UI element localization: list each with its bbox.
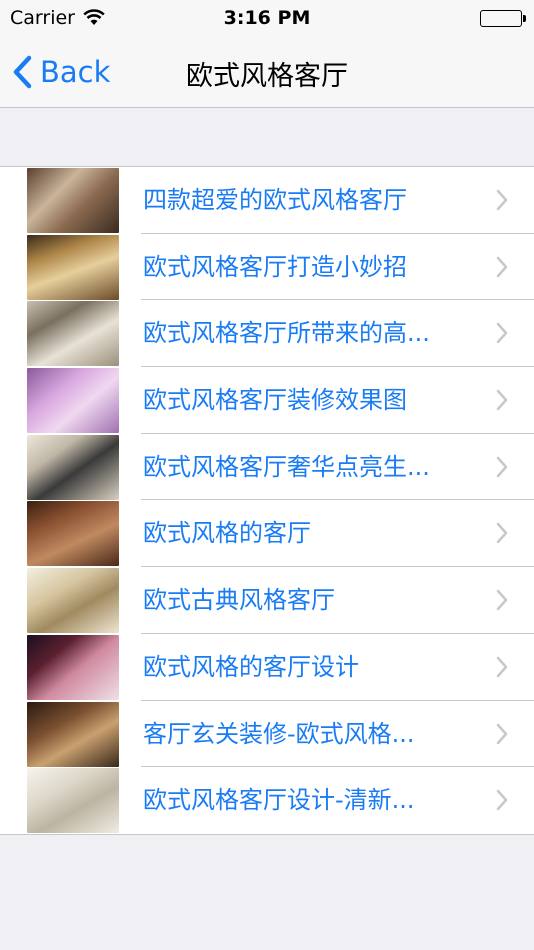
list-item-title: 客厅玄关装修-欧式风格... bbox=[143, 719, 415, 748]
thumbnail-image bbox=[27, 368, 119, 434]
list-item-title: 四款超爱的欧式风格客厅 bbox=[143, 186, 407, 214]
chevron-right-icon bbox=[496, 322, 508, 348]
thumbnail-image bbox=[27, 634, 119, 700]
chevron-right-icon bbox=[496, 723, 508, 749]
list-item[interactable]: 欧式风格客厅奢华点亮生... bbox=[0, 434, 534, 501]
list-item-title: 欧式风格客厅打造小妙招 bbox=[143, 252, 407, 281]
list-item-title: 欧式风格客厅装修效果图 bbox=[143, 386, 407, 415]
list-item[interactable]: 欧式古典风格客厅 bbox=[0, 567, 534, 634]
navigation-bar: Carrier 3:16 PM Back 欧式风格客厅 bbox=[0, 0, 534, 108]
status-bar: Carrier 3:16 PM bbox=[0, 0, 534, 38]
list-item-title: 欧式风格客厅设计-清新... bbox=[143, 786, 415, 815]
chevron-right-icon bbox=[496, 456, 508, 482]
list-item[interactable]: 欧式风格客厅打造小妙招 bbox=[0, 234, 534, 301]
list-item-title: 欧式风格的客厅设计 bbox=[143, 652, 359, 681]
list-item-title: 欧式风格客厅奢华点亮生... bbox=[143, 452, 430, 481]
list-item-title: 欧式风格客厅所带来的高... bbox=[143, 319, 430, 348]
chevron-right-icon bbox=[496, 789, 508, 815]
list-item[interactable]: 欧式风格客厅装修效果图 bbox=[0, 367, 534, 434]
thumbnail-image bbox=[27, 701, 119, 767]
battery-icon bbox=[480, 10, 526, 27]
thumbnail-image bbox=[27, 768, 119, 834]
clock: 3:16 PM bbox=[223, 7, 311, 29]
thumbnail-image bbox=[27, 434, 119, 500]
thumbnail-image bbox=[27, 234, 119, 300]
list-item-title: 欧式风格的客厅 bbox=[143, 519, 311, 548]
page-title: 欧式风格客厅 bbox=[186, 61, 348, 92]
chevron-right-icon bbox=[496, 189, 508, 215]
list-item[interactable]: 客厅玄关装修-欧式风格... bbox=[0, 701, 534, 768]
thumbnail-image bbox=[27, 568, 119, 634]
chevron-right-icon bbox=[496, 589, 508, 615]
list-item[interactable]: 欧式风格的客厅设计 bbox=[0, 634, 534, 701]
list-item[interactable]: 四款超爱的欧式风格客厅 bbox=[0, 167, 534, 234]
chevron-right-icon bbox=[496, 256, 508, 282]
chevron-right-icon bbox=[496, 522, 508, 548]
chevron-right-icon bbox=[496, 656, 508, 682]
list-item[interactable]: 欧式风格的客厅 bbox=[0, 500, 534, 568]
list-item[interactable]: 欧式风格客厅设计-清新... bbox=[0, 767, 534, 834]
article-list: 四款超爱的欧式风格客厅 欧式风格客厅打造小妙招 欧式风格客厅所带来的高... 欧式风格… bbox=[0, 166, 534, 835]
list-item-title: 欧式古典风格客厅 bbox=[143, 586, 335, 615]
thumbnail-image bbox=[27, 501, 119, 567]
chevron-right-icon bbox=[496, 389, 508, 415]
list-item[interactable]: 欧式风格客厅所带来的高... bbox=[0, 300, 534, 368]
thumbnail-image bbox=[27, 301, 119, 367]
thumbnail-image bbox=[27, 168, 119, 233]
